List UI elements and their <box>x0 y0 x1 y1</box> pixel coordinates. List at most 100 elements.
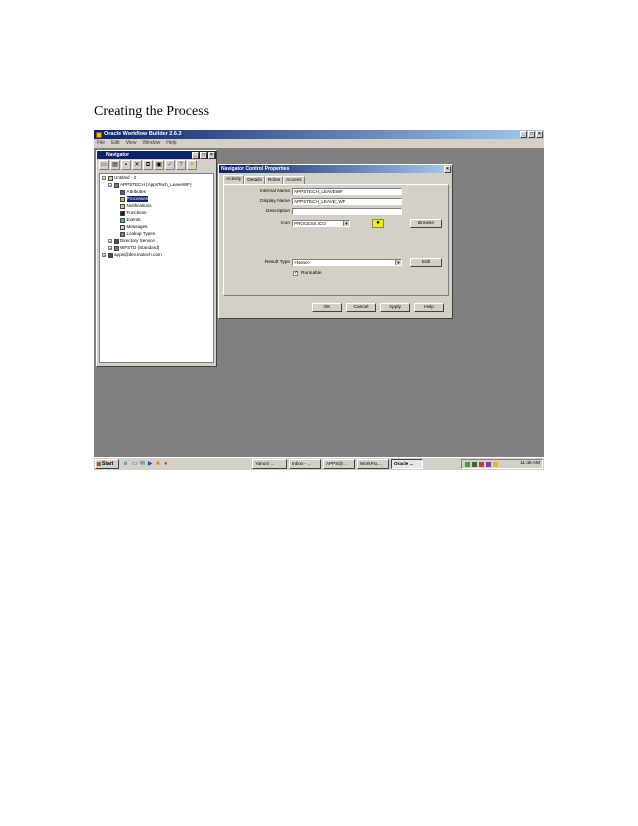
dialog-tabs: Activity Details Roles Access <box>223 175 305 184</box>
close-icon[interactable]: × <box>208 152 215 159</box>
description-field[interactable] <box>292 208 402 215</box>
start-button[interactable]: Start <box>95 459 119 469</box>
menu-file[interactable]: File <box>97 139 105 148</box>
expand-icon[interactable]: + <box>108 246 112 251</box>
tree-item[interactable]: Events <box>120 217 141 223</box>
tab-details[interactable]: Details <box>244 176 265 184</box>
lookup-types-icon <box>120 231 125 237</box>
copy-icon[interactable]: ⧉ <box>143 160 153 170</box>
expand-icon[interactable]: + <box>108 239 112 244</box>
help-button[interactable]: Help <box>414 303 444 312</box>
open-icon[interactable]: ▤ <box>110 160 120 170</box>
outlook-icon[interactable]: ✉ <box>140 461 146 467</box>
messenger-icon[interactable] <box>486 462 491 467</box>
save-icon[interactable]: ▪ <box>121 160 131 170</box>
system-tray: 11:48 AM <box>461 459 543 469</box>
desktop-icon[interactable]: ▭ <box>132 461 138 467</box>
navigator-toolbar: ▭ ▤ ▪ ✕ ⧉ ▣ ✓ ? ✦ <box>97 159 216 171</box>
properties-dialog: Navigator Control Properties × Activity … <box>218 164 453 319</box>
tree-item[interactable]: Attributes <box>120 189 146 195</box>
menu-view[interactable]: View <box>126 139 137 148</box>
maximize-icon[interactable]: □ <box>528 131 535 138</box>
verify-icon[interactable]: ✓ <box>165 160 175 170</box>
tab-activity[interactable]: Activity <box>223 175 245 184</box>
tab-access[interactable]: Access <box>283 176 305 184</box>
chevron-down-icon[interactable]: ▼ <box>343 221 349 226</box>
icon-select[interactable]: PROCESS.ICO ▼ <box>292 220 350 227</box>
messages-icon <box>120 224 125 230</box>
volume-icon[interactable] <box>493 462 498 467</box>
tree-item-label: Notifications <box>126 203 152 208</box>
taskbar: Start e ▭ ✉ ▶ ■ ● Yahoo! ... Inbox - ...… <box>94 457 544 470</box>
properties-icon[interactable]: ▣ <box>154 160 164 170</box>
runnable-checkbox[interactable]: ✓ <box>293 271 298 276</box>
new-process-icon[interactable]: ✦ <box>187 160 197 170</box>
tree-item[interactable]: Notifications <box>120 203 152 209</box>
tree-item-label: Attributes <box>126 189 146 194</box>
menu-window[interactable]: Window <box>142 139 160 148</box>
menu-edit[interactable]: Edit <box>111 139 120 148</box>
dialog-window-buttons: × <box>444 166 451 173</box>
directory-icon <box>113 238 119 244</box>
menu-help[interactable]: Help <box>166 139 176 148</box>
tree-item-label: APPSTECH (AppsTech_LeaveWF) <box>120 182 192 187</box>
clock: 11:48 AM <box>520 461 540 466</box>
edit-button[interactable]: Edit <box>410 258 442 267</box>
tray-app-icon[interactable] <box>472 462 477 467</box>
task-oracle[interactable]: Oracle ... <box>391 459 423 469</box>
close-icon[interactable]: × <box>536 131 543 138</box>
processes-icon <box>120 196 125 202</box>
database-icon <box>107 252 113 258</box>
apply-button[interactable]: Apply <box>380 303 410 312</box>
antivirus-icon[interactable] <box>479 462 484 467</box>
task-apps[interactable]: APPS@... <box>323 459 355 469</box>
expand-icon[interactable]: + <box>102 253 106 258</box>
tree-item-label: Directory Service <box>120 238 155 243</box>
new-icon[interactable]: ▭ <box>99 160 109 170</box>
delete-icon[interactable]: ✕ <box>132 160 142 170</box>
minimize-icon[interactable]: _ <box>192 152 199 159</box>
navigator-window-buttons: _ □ × <box>192 152 215 159</box>
folder-icon[interactable]: ■ <box>156 461 162 467</box>
tab-roles[interactable]: Roles <box>264 176 284 184</box>
navigator-window: Navigator _ □ × ▭ ▤ ▪ ✕ ⧉ ▣ ✓ ? ✦ − Unti… <box>96 150 217 367</box>
screenshot: Oracle Workflow Builder 2.6.3 _ □ × File… <box>94 130 544 470</box>
chevron-down-icon[interactable]: ▼ <box>395 260 401 265</box>
help-icon[interactable]: ? <box>176 160 186 170</box>
dialog-title-bar[interactable]: Navigator Control Properties × <box>219 165 452 173</box>
tree-item-label: Lookup Types <box>126 231 156 236</box>
task-inbox[interactable]: Inbox - ... <box>289 459 321 469</box>
close-icon[interactable]: × <box>444 166 451 173</box>
app-icon[interactable]: ● <box>164 461 170 467</box>
tree-item[interactable]: Messages <box>120 224 147 230</box>
tree-item[interactable]: Lookup Types <box>120 231 155 237</box>
collapse-icon[interactable]: − <box>108 183 112 188</box>
tree-item[interactable]: − Untitled - 2 <box>102 175 136 181</box>
browse-button[interactable]: Browse <box>410 219 442 228</box>
task-yahoo[interactable]: Yahoo! ... <box>252 459 287 469</box>
task-workflow[interactable]: WorkFlo... <box>357 459 389 469</box>
ie-icon[interactable]: e <box>124 461 130 467</box>
network-icon[interactable] <box>465 462 470 467</box>
tree-item[interactable]: − APPSTECH (AppsTech_LeaveWF) <box>108 182 191 188</box>
tree-item-selected[interactable]: Processes <box>120 196 148 202</box>
app-window-buttons: _ □ × <box>520 131 543 138</box>
internal-name-field[interactable]: APPSTECH_LEAVEWF <box>292 188 402 195</box>
result-type-select[interactable]: <None> ▼ <box>292 259 402 266</box>
cancel-button[interactable]: Cancel <box>346 303 376 312</box>
mdi-workspace: Navigator _ □ × ▭ ▤ ▪ ✕ ⧉ ▣ ✓ ? ✦ − Unti… <box>94 148 544 457</box>
tree-item[interactable]: Functions <box>120 210 146 216</box>
media-icon[interactable]: ▶ <box>148 461 154 467</box>
tree-item[interactable]: + Directory Service <box>108 238 155 244</box>
tree-item-label: apps@dev.inatech.com <box>114 252 162 257</box>
navigator-title-bar[interactable]: Navigator _ □ × <box>97 151 216 159</box>
item-type-icon <box>113 182 119 188</box>
ok-button[interactable]: OK <box>312 303 342 312</box>
collapse-icon[interactable]: − <box>102 176 106 181</box>
display-name-field[interactable]: APPSTECH_LEAVE_WF <box>292 198 402 205</box>
runnable-label: Runnable <box>301 271 322 276</box>
tree-item[interactable]: + WFSTD (Standard) <box>108 245 159 251</box>
maximize-icon[interactable]: □ <box>200 152 207 159</box>
tree-item[interactable]: + apps@dev.inatech.com <box>102 252 162 258</box>
minimize-icon[interactable]: _ <box>520 131 527 138</box>
